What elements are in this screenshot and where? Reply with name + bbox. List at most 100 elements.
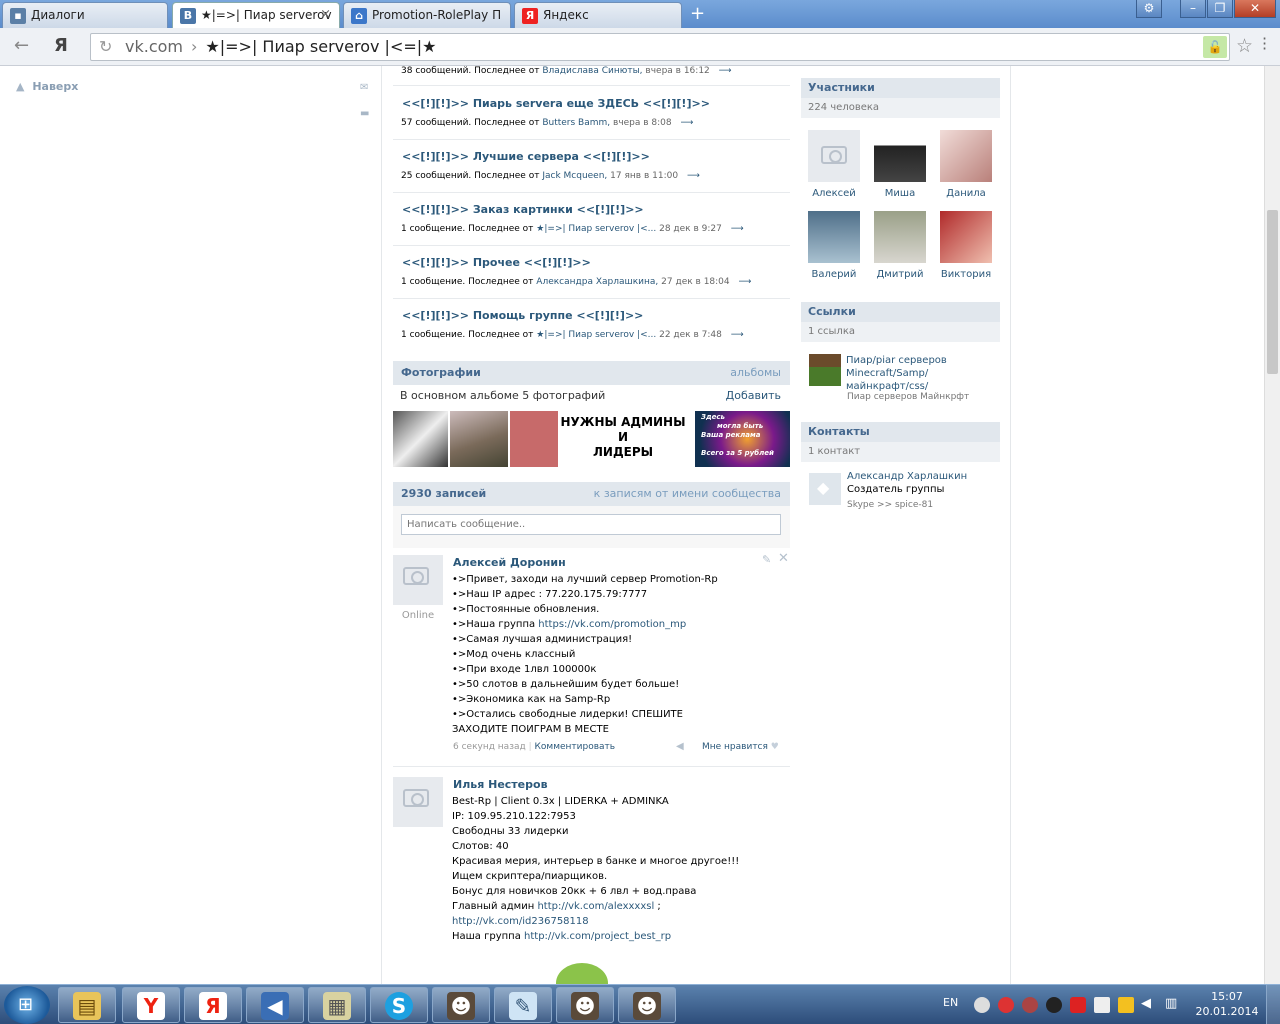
close-window-button[interactable]: ✕ <box>1234 0 1276 18</box>
member-name[interactable]: Данила <box>933 188 999 199</box>
topic-title[interactable]: <<[!][!]>> Пиарь servera еще ЗДЕСЬ <<[!]… <box>402 97 710 110</box>
links-header[interactable]: Ссылки <box>801 302 1000 322</box>
community-posts-link[interactable]: к записям от имени сообщества <box>594 482 781 506</box>
taskbar-explorer[interactable]: ▤ <box>58 987 116 1023</box>
arrow-right-icon[interactable]: ⟶ <box>687 171 700 181</box>
taskbar-samp[interactable]: ☻ <box>618 987 676 1023</box>
taskbar-notepad[interactable]: ✎ <box>494 987 552 1023</box>
photo-thumb[interactable]: НУЖНЫ АДМИНЫ И ЛИДЕРЫ <box>510 411 693 467</box>
settings-icon[interactable]: ⚙ <box>1136 0 1162 18</box>
network-icon[interactable]: ▥ <box>1165 996 1177 1011</box>
photos-header[interactable]: Фотографии альбомы <box>393 361 790 385</box>
topic-last-author[interactable]: ★|=>| Пиар serverov |<... <box>536 224 656 234</box>
scrollbar[interactable] <box>1264 66 1280 984</box>
member-avatar[interactable] <box>874 130 926 182</box>
close-icon[interactable]: ✕ <box>778 551 789 566</box>
language-indicator[interactable]: EN <box>943 996 958 1009</box>
tab-piar-serverov[interactable]: B ★|=>| Пиар serverov × <box>172 2 340 28</box>
topic-item[interactable]: <<[!][!]>> Пиарь servera еще ЗДЕСЬ <<[!]… <box>393 87 790 140</box>
taskbar-yandex[interactable]: Я <box>184 987 242 1023</box>
taskbar-yandex-browser[interactable]: Y <box>122 987 180 1023</box>
new-tab-button[interactable]: + <box>690 3 705 25</box>
clock[interactable]: 15:07 20.01.2014 <box>1194 989 1260 1019</box>
arrow-right-icon[interactable]: ⟶ <box>681 118 694 128</box>
topic-item[interactable]: <<[!][!]>> Прочее <<[!][!]>> 1 сообщение… <box>393 246 790 299</box>
topic-title[interactable]: <<[!][!]>> Заказ картинки <<[!][!]>> <box>402 203 644 216</box>
topic-last-author[interactable]: Александра Харлашкина, <box>536 277 658 287</box>
show-desktop-button[interactable] <box>1266 985 1280 1024</box>
post-link[interactable]: https://vk.com/promotion_mp <box>538 619 686 630</box>
like-button[interactable]: Мне нравится ♥ <box>702 742 779 752</box>
tray-icon[interactable] <box>1046 997 1062 1013</box>
megaphone-icon[interactable]: ◀ <box>676 741 684 752</box>
post-link[interactable]: http://vk.com/id236758118 <box>452 916 589 927</box>
lock-icon[interactable]: 🔓 <box>1203 36 1227 58</box>
member-avatar[interactable] <box>808 130 860 182</box>
arrow-right-icon[interactable]: ⟶ <box>731 224 744 234</box>
tab-promotion[interactable]: ⌂ Promotion-RolePlay П <box>343 2 511 28</box>
contact-avatar[interactable]: ◆ <box>809 473 841 505</box>
topic-title[interactable]: <<[!][!]>> Лучшие сервера <<[!][!]>> <box>402 150 650 163</box>
albums-link[interactable]: альбомы <box>730 361 781 385</box>
tray-icon[interactable] <box>1118 997 1134 1013</box>
menu-icon[interactable]: · · · <box>1262 31 1267 57</box>
yandex-logo-icon[interactable]: Я <box>54 36 68 56</box>
edit-icon[interactable]: ✎ <box>762 553 771 566</box>
post-link[interactable]: http://vk.com/project_best_rp <box>524 931 671 942</box>
photo-thumb[interactable]: Здесь могла быть Ваша реклама Всего за 5… <box>695 411 790 467</box>
tray-icon[interactable] <box>974 997 990 1013</box>
photo-thumb[interactable] <box>450 411 508 467</box>
member-name[interactable]: Валерий <box>801 269 867 280</box>
wall-header[interactable]: 2930 записей к записям от имени сообщест… <box>393 482 790 506</box>
bookmark-star-icon[interactable]: ☆ <box>1236 35 1253 57</box>
start-button[interactable]: ⊞ <box>4 986 50 1024</box>
topic-item[interactable]: <<[!][!]>> Помощь группе <<[!][!]>> 1 со… <box>393 299 790 352</box>
topic-item[interactable]: <<[!][!]>> Заказ картинки <<[!][!]>> 1 с… <box>393 193 790 246</box>
tray-icon[interactable] <box>1022 997 1038 1013</box>
post-author[interactable]: Илья Нестеров <box>453 778 548 791</box>
member-avatar[interactable] <box>940 211 992 263</box>
close-icon[interactable]: × <box>320 3 331 27</box>
mail-icon[interactable]: ✉ <box>360 82 368 93</box>
topic-item[interactable]: <<[!][!]>> Лучшие сервера <<[!][!]>> 25 … <box>393 140 790 193</box>
contact-name[interactable]: Александр Харлашкин <box>847 471 967 482</box>
taskbar-app[interactable]: ▦ <box>308 987 366 1023</box>
scroll-to-top-link[interactable]: ▲ Наверх <box>16 80 78 93</box>
taskbar-samp[interactable]: ☻ <box>432 987 490 1023</box>
member-avatar[interactable] <box>874 211 926 263</box>
taskbar-volume[interactable]: ◀ <box>246 987 304 1023</box>
post-time[interactable]: 6 секунд назад <box>453 742 526 752</box>
member-name[interactable]: Алексей <box>801 188 867 199</box>
post-author[interactable]: Алексей Доронин <box>453 556 566 569</box>
reload-icon[interactable]: ↻ <box>99 34 112 60</box>
topic-last-author[interactable]: Jack Mcqueen, <box>542 171 607 181</box>
member-avatar[interactable] <box>808 211 860 263</box>
topic-last-author[interactable]: Butters Bamm, <box>542 118 610 128</box>
contacts-header[interactable]: Контакты <box>801 422 1000 442</box>
tab-yandex[interactable]: Я Яндекс <box>514 2 682 28</box>
address-bar[interactable]: ↻ vk.com › ★|=>| Пиар serverov |<=|★ 🔓 <box>90 33 1230 61</box>
tab-dialogs[interactable]: ▪ Диалоги <box>2 2 168 28</box>
topic-item[interactable]: 38 сообщений. Последнее от Владислава Си… <box>393 66 790 86</box>
volume-icon[interactable]: ◀ <box>1141 996 1151 1011</box>
tray-icon[interactable] <box>1070 997 1086 1013</box>
photo-thumb[interactable] <box>393 411 448 467</box>
link-title[interactable]: Пиар/piar серверов Minecraft/Samp/ майнк… <box>846 354 947 393</box>
member-name[interactable]: Дмитрий <box>867 269 933 280</box>
arrow-right-icon[interactable]: ⟶ <box>719 66 732 76</box>
tray-icon[interactable] <box>998 997 1014 1013</box>
comment-link[interactable]: Комментировать <box>535 742 616 752</box>
arrow-right-icon[interactable]: ⟶ <box>739 277 752 287</box>
topic-title[interactable]: <<[!][!]>> Помощь группе <<[!][!]>> <box>402 309 643 322</box>
avatar[interactable] <box>393 777 443 827</box>
comment-icon[interactable]: ▬ <box>360 108 369 119</box>
avatar[interactable] <box>393 555 443 605</box>
topic-title[interactable]: <<[!][!]>> Прочее <<[!][!]>> <box>402 256 591 269</box>
flag-icon[interactable] <box>1094 997 1110 1013</box>
topic-last-author[interactable]: ★|=>| Пиар serverov |<... <box>536 330 656 340</box>
member-avatar[interactable] <box>940 130 992 182</box>
members-header[interactable]: Участники <box>801 78 1000 98</box>
taskbar-skype[interactable]: S <box>370 987 428 1023</box>
member-name[interactable]: Миша <box>867 188 933 199</box>
taskbar-samp[interactable]: ☻ <box>556 987 614 1023</box>
